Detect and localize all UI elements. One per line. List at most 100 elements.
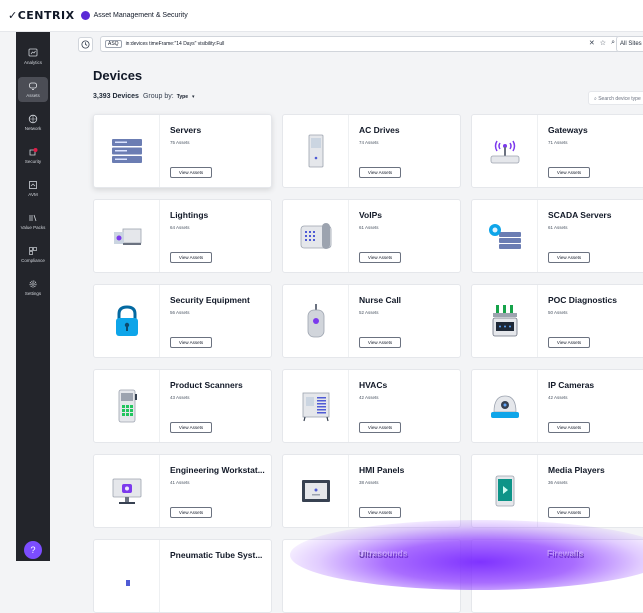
scanner-icon [118,389,137,423]
device-card-voips[interactable]: VoIPs 61 Assets View Assets [282,199,461,273]
sidebar-item-security[interactable]: Security [18,143,48,168]
view-assets-button[interactable]: View Assets [548,337,590,348]
card-title: IP Cameras [548,380,595,390]
sidebar: Analytics Assets Network Security AVM Va… [16,32,50,561]
device-card-engineering-workstations[interactable]: Engineering Workstat... 41 Assets View A… [93,454,272,528]
device-card-nurse-call[interactable]: Nurse Call 52 Assets View Assets [282,284,461,358]
help-icon[interactable]: ? [24,541,42,559]
device-card-ip-cameras[interactable]: IP Cameras 42 Assets View Assets [471,369,643,443]
view-assets-button[interactable]: View Assets [170,507,212,518]
ghost-label-firewalls: Firewalls [547,548,584,558]
card-count: 36 Assets [548,480,568,485]
view-assets-button[interactable]: View Assets [170,167,212,178]
card-title: POC Diagnostics [548,295,617,305]
view-assets-button[interactable]: View Assets [548,252,590,263]
device-thumb [283,455,349,527]
device-thumb [472,285,538,357]
sidebar-item-network[interactable]: Network [18,110,48,135]
view-assets-button[interactable]: View Assets [359,252,401,263]
view-assets-button[interactable]: View Assets [548,167,590,178]
view-assets-button[interactable]: View Assets [170,422,212,433]
brand-logo[interactable]: ✓CENTRIX [8,9,75,22]
network-icon [28,114,38,124]
server-icon [111,139,142,163]
sidebar-item-analytics[interactable]: Analytics [18,44,48,69]
star-icon[interactable]: ☆ [600,39,606,47]
workstation-icon [112,478,141,504]
nurse-call-icon [307,304,324,338]
sidebar-item-settings[interactable]: Settings [18,275,48,300]
hmi-panel-icon [301,480,330,502]
card-count: 61 Assets [359,225,379,230]
app-title: Asset Management & Security [93,12,188,19]
device-count-row: 3,393 Devices Group by: Type ▾ [93,93,195,100]
device-card-servers[interactable]: Servers 75 Assets View Assets [93,114,272,188]
security-icon [29,148,38,156]
poc-diagnostics-icon [492,305,517,337]
card-title: Media Players [548,465,605,475]
view-assets-button[interactable]: View Assets [548,507,590,518]
device-card-poc-diagnostics[interactable]: POC Diagnostics 50 Assets View Assets [471,284,643,358]
sidebar-item-label: AVM [28,192,38,197]
media-player-icon [495,475,514,507]
view-assets-button[interactable]: View Assets [170,252,212,263]
device-thumb [472,455,538,527]
view-assets-button[interactable]: View Assets [359,337,401,348]
device-thumb [472,370,538,442]
card-title: Engineering Workstat... [170,465,265,475]
search-icon[interactable]: ⌕ [611,39,615,47]
device-card-hmi-panels[interactable]: HMI Panels 38 Assets View Assets [282,454,461,528]
device-card-hvacs[interactable]: HVACs 42 Assets View Assets [282,369,461,443]
sidebar-item-label: Network [24,126,42,131]
view-assets-button[interactable]: View Assets [359,422,401,433]
device-thumb [283,285,349,357]
analytics-icon [28,48,38,57]
settings-icon [29,280,37,288]
device-thumb [94,370,160,442]
app-icon [80,11,90,20]
lighting-icon [113,228,141,245]
card-count: 52 Assets [359,310,379,315]
sidebar-item-label: Compliance [21,258,45,263]
avm-icon [29,181,37,189]
device-thumb [94,540,160,612]
history-button[interactable] [78,36,93,52]
view-assets-button[interactable]: View Assets [548,422,590,433]
device-card-pneumatic-tube-systems[interactable]: Pneumatic Tube Syst... [93,539,272,613]
sidebar-item-value-packs[interactable]: Value Packs [18,209,48,234]
card-count: 74 Assets [359,140,379,145]
sites-select[interactable]: All Sites [616,36,643,52]
group-by-select[interactable]: Type [177,94,188,100]
device-card-media-players[interactable]: Media Players 36 Assets View Assets [471,454,643,528]
clear-icon[interactable]: ✕ [589,39,595,47]
chevron-down-icon[interactable]: ▾ [192,94,195,100]
device-search-input[interactable]: ⌕ Search device type [588,91,643,105]
card-count: 43 Assets [170,395,190,400]
sidebar-item-label: Analytics [23,60,42,65]
sidebar-item-assets[interactable]: Assets [18,77,48,102]
card-title: VoIPs [359,210,382,220]
card-title: Product Scanners [170,380,243,390]
card-count: 61 Assets [548,225,568,230]
device-card-scada-servers[interactable]: SCADA Servers 61 Assets View Assets [471,199,643,273]
device-card-ac-drives[interactable]: AC Drives 74 Assets View Assets [282,114,461,188]
card-title: Gateways [548,125,588,135]
query-input[interactable]: ASQ in:devices timeFrame:"14 Days" visib… [100,36,620,52]
card-title: SCADA Servers [548,210,612,220]
device-card-security-equipment[interactable]: Security Equipment 56 Assets View Assets [93,284,272,358]
page-title: Devices [93,68,143,83]
pneumatic-tube-icon [125,580,130,586]
device-card-gateways[interactable]: Gateways 71 Assets View Assets [471,114,643,188]
ac-drive-icon [308,134,323,168]
device-count: 3,393 Devices [93,93,139,100]
device-thumb [94,285,160,357]
device-card-product-scanners[interactable]: Product Scanners 43 Assets View Assets [93,369,272,443]
sidebar-item-avm[interactable]: AVM [18,176,48,201]
view-assets-button[interactable]: View Assets [359,167,401,178]
scada-server-icon [488,224,521,249]
top-bar: ✓CENTRIX Asset Management & Security [0,0,643,32]
view-assets-button[interactable]: View Assets [170,337,212,348]
sidebar-item-compliance[interactable]: Compliance [18,242,48,267]
view-assets-button[interactable]: View Assets [359,507,401,518]
device-card-lightings[interactable]: Lightings 64 Assets View Assets [93,199,272,273]
